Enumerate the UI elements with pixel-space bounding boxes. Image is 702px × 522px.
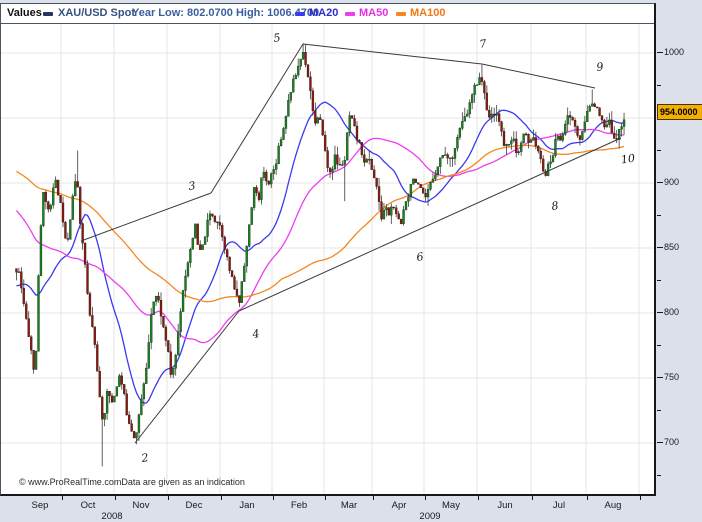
y-axis-tick (657, 150, 661, 151)
y-axis-tick (657, 442, 663, 443)
y-axis-label: 850 (664, 242, 679, 252)
x-axis: Sep Oct Nov Dec Jan Feb Mar Apr May Jun Jul Aug 2008… (0, 496, 702, 522)
x-axis-tick (62, 496, 63, 500)
y-axis-tick (657, 345, 661, 346)
ma100-legend-dash-icon (396, 12, 406, 16)
ma100-label[interactable]: MA100 (410, 7, 445, 19)
x-axis-tick (115, 496, 116, 500)
instrument-label[interactable]: XAU/USD Spot (58, 7, 135, 19)
x-axis-month-label: Mar (341, 500, 357, 511)
y-axis-tick (657, 312, 663, 313)
y-axis-tick (657, 85, 661, 86)
x-axis-tick (640, 496, 641, 500)
ma20-line (16, 102, 624, 403)
x-axis-tick (221, 496, 222, 500)
x-axis-tick (325, 496, 326, 500)
page: Values XAU/USD Spot Year Low: 802.0700 H… (0, 0, 702, 522)
x-axis-year-label: 2008 (101, 511, 122, 522)
x-axis-month-label: May (442, 500, 460, 511)
trend-line (239, 138, 621, 311)
y-axis-tick (657, 410, 661, 411)
x-axis-month-label: Jan (239, 500, 254, 511)
x-axis-tick (478, 496, 479, 500)
ma20-label[interactable]: MA20 (309, 7, 338, 19)
x-axis-month-label: Aug (605, 500, 622, 511)
price-chart[interactable]: 2 3 4 5 6 7 8 9 10 (1, 24, 654, 494)
trend-line (482, 64, 595, 88)
x-axis-month-label: Dec (186, 500, 203, 511)
plot-area[interactable]: 2 3 4 5 6 7 8 9 10 © www.ProRealTime.comData are… (1, 24, 654, 494)
swing-label-8: 8 (551, 199, 560, 213)
y-axis-tick (657, 52, 663, 53)
x-axis-year-label: 2009 (419, 511, 440, 522)
y-axis-tick (657, 182, 663, 183)
values-label: Values (7, 7, 42, 19)
swing-label-7: 7 (479, 37, 488, 51)
y-axis-label: 700 (664, 437, 679, 447)
x-axis-tick (168, 496, 169, 500)
y-axis-tick (657, 247, 663, 248)
swing-label-5: 5 (273, 31, 282, 45)
y-axis-label: 800 (664, 307, 679, 317)
ma50-line (16, 130, 624, 343)
y-axis: 1000950900850800750700 (657, 23, 702, 495)
y-axis-label: 900 (664, 177, 679, 187)
y-axis-tick (657, 280, 661, 281)
swing-label-2: 2 (140, 451, 150, 465)
ma50-label[interactable]: MA50 (359, 7, 388, 19)
x-axis-tick (532, 496, 533, 500)
ma100-line (16, 145, 624, 301)
y-axis-label: 1000 (664, 47, 684, 57)
y-axis-label: 750 (664, 372, 679, 382)
x-axis-month-label: Feb (291, 500, 307, 511)
instrument-legend-dash-icon (43, 12, 53, 16)
y-axis-tick (657, 377, 663, 378)
swing-label-4: 4 (251, 327, 261, 341)
x-axis-tick (373, 496, 374, 500)
x-axis-tick (273, 496, 274, 500)
swing-label-10: 10 (620, 152, 636, 167)
ma20-legend-dash-icon (295, 12, 305, 16)
x-axis-month-label: Apr (392, 500, 407, 511)
swing-label-9: 9 (596, 60, 605, 74)
chart-header: Values XAU/USD Spot Year Low: 802.0700 H… (1, 4, 654, 24)
x-axis-tick (587, 496, 588, 500)
x-axis-tick (425, 496, 426, 500)
y-axis-tick (657, 215, 661, 216)
y-axis-tick (657, 475, 661, 476)
x-axis-month-label: Jun (497, 500, 512, 511)
x-axis-month-label: Jul (553, 500, 565, 511)
trend-line (303, 44, 482, 64)
year-low-high-label: Year Low: 802.0700 High: 1006.4700 (132, 7, 319, 19)
x-axis-month-label: Oct (81, 500, 96, 511)
watermark: © www.ProRealTime.comData are given as a… (19, 477, 245, 487)
swing-label-6: 6 (416, 250, 425, 264)
swing-label-3: 3 (188, 179, 197, 193)
x-axis-month-label: Nov (133, 500, 150, 511)
ma50-legend-dash-icon (345, 12, 355, 16)
x-axis-month-label: Sep (32, 500, 49, 511)
chart-panel: Values XAU/USD Spot Year Low: 802.0700 H… (0, 3, 656, 496)
last-price-tag: 954.0000 (657, 104, 702, 120)
